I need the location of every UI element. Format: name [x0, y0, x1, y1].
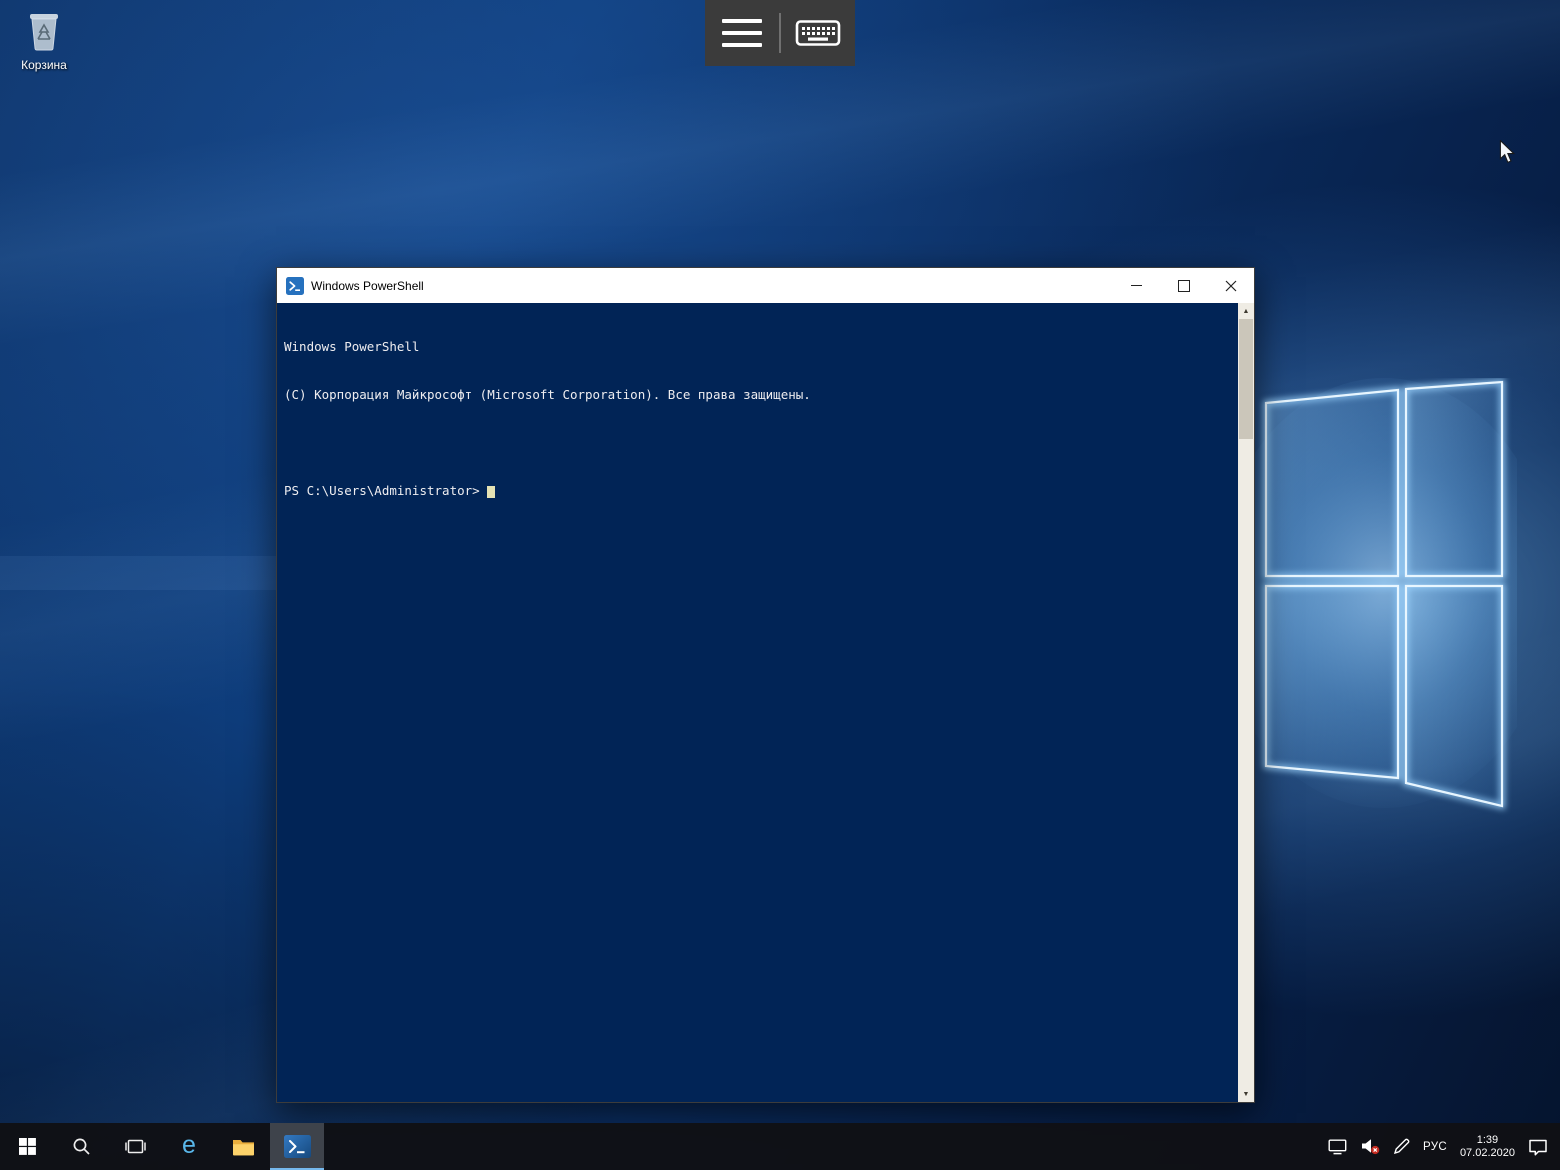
windows-start-icon [19, 1138, 36, 1155]
vm-console-toolbar [705, 0, 855, 66]
network-icon [1328, 1139, 1347, 1155]
search-button[interactable] [54, 1123, 108, 1170]
clock-time: 1:39 [1460, 1134, 1515, 1147]
keyboard-icon [795, 17, 841, 49]
vm-keyboard-button[interactable] [781, 0, 855, 66]
window-title: Windows PowerShell [311, 279, 424, 293]
action-center-button[interactable] [1528, 1138, 1548, 1156]
recycle-bin-icon[interactable]: Корзина [12, 8, 76, 72]
task-view-button[interactable] [108, 1123, 162, 1170]
volume-muted-icon [1360, 1138, 1380, 1155]
vm-menu-button[interactable] [705, 0, 779, 66]
file-explorer-icon [232, 1137, 255, 1156]
text-cursor [487, 486, 495, 498]
recycle-bin-glyph [23, 8, 65, 52]
language-indicator[interactable]: РУС [1423, 1141, 1447, 1153]
hamburger-icon [722, 19, 762, 47]
network-tray-button[interactable] [1328, 1139, 1347, 1155]
clock-date: 07.02.2020 [1460, 1147, 1515, 1160]
scroll-up-arrow[interactable]: ▲ [1238, 303, 1254, 319]
window-titlebar[interactable]: Windows PowerShell [277, 268, 1254, 303]
windows-logo [1252, 378, 1517, 828]
console-blank-line [284, 435, 1238, 451]
maximize-button[interactable] [1160, 268, 1207, 303]
clock[interactable]: 1:39 07.02.2020 [1460, 1134, 1515, 1160]
window-controls [1113, 268, 1254, 303]
close-icon [1225, 280, 1237, 292]
system-tray: РУС 1:39 07.02.2020 [1328, 1123, 1560, 1170]
internet-explorer-icon: e [182, 1133, 196, 1158]
powershell-window-icon[interactable] [286, 277, 304, 295]
taskbar: e [0, 1123, 1560, 1170]
search-icon [72, 1137, 91, 1156]
scrollbar[interactable]: ▲ ▼ [1238, 303, 1254, 1102]
scrollbar-track[interactable] [1238, 319, 1254, 1086]
console-prompt-row: PS C:\Users\Administrator> [284, 483, 1238, 499]
powershell-taskbar-button[interactable] [270, 1123, 324, 1170]
powershell-taskbar-icon [284, 1135, 311, 1158]
wall-highlight [0, 556, 276, 590]
task-view-icon [125, 1138, 146, 1155]
console-line: (C) Корпорация Майкрософт (Microsoft Cor… [284, 387, 1238, 403]
powershell-window: Windows PowerShell Windows PowerShell (C… [276, 267, 1255, 1103]
console-line: Windows PowerShell [284, 339, 1238, 355]
minimize-icon [1131, 285, 1142, 286]
internet-explorer-button[interactable]: e [162, 1123, 216, 1170]
recycle-bin-label: Корзина [12, 58, 76, 72]
console-output[interactable]: Windows PowerShell (C) Корпорация Майкро… [277, 303, 1238, 1102]
minimize-button[interactable] [1113, 268, 1160, 303]
pen-tray-button[interactable] [1393, 1138, 1410, 1155]
scrollbar-thumb[interactable] [1239, 319, 1253, 439]
start-button[interactable] [0, 1123, 54, 1170]
scroll-down-arrow[interactable]: ▼ [1238, 1086, 1254, 1102]
file-explorer-button[interactable] [216, 1123, 270, 1170]
console-prompt: PS C:\Users\Administrator> [284, 483, 480, 499]
pen-icon [1393, 1138, 1410, 1155]
action-center-icon [1528, 1138, 1548, 1156]
volume-tray-button[interactable] [1360, 1138, 1380, 1155]
close-button[interactable] [1207, 268, 1254, 303]
maximize-icon [1178, 280, 1190, 292]
